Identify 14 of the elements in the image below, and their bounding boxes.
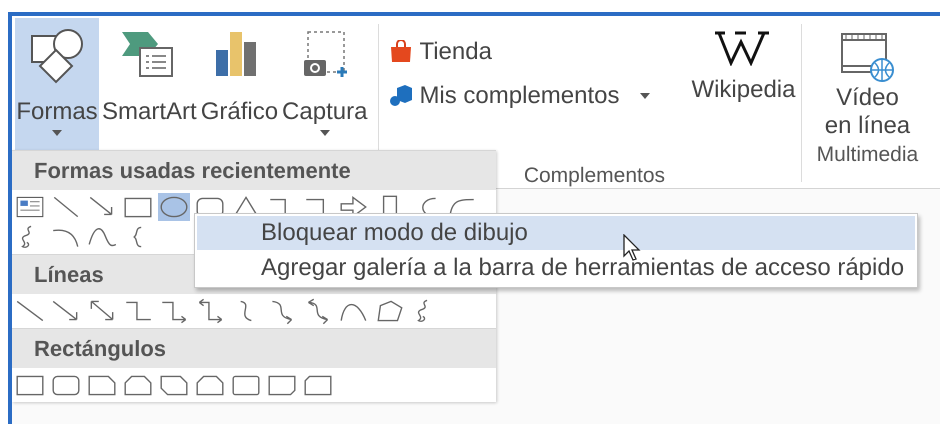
group-label: Complementos — [522, 163, 666, 188]
film-globe-icon — [838, 30, 896, 84]
section-header: Rectángulos — [12, 328, 496, 368]
caret-icon — [640, 93, 650, 99]
store-button[interactable]: Tienda — [389, 38, 680, 66]
shape-icon[interactable] — [158, 193, 190, 221]
wikipedia-button[interactable]: Wikipedia — [691, 16, 796, 156]
menu-item[interactable]: Bloquear modo de dibujo — [197, 216, 915, 250]
section-header: Formas usadas recientemente — [12, 150, 496, 190]
my-addins-button[interactable]: Mis complementos — [389, 82, 680, 110]
addin-cube-icon — [389, 84, 414, 108]
shopping-bag-icon — [389, 40, 414, 64]
online-video-button[interactable]: Vídeo en línea — [812, 16, 922, 140]
group-label: Multimedia — [816, 142, 920, 168]
